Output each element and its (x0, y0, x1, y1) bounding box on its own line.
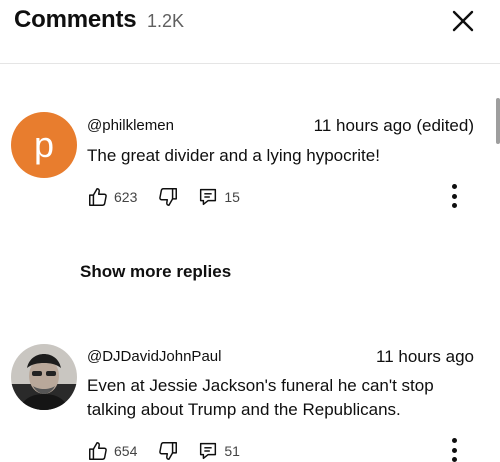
avatar[interactable] (11, 344, 77, 410)
comment-text: The great divider and a lying hypocrite! (87, 146, 380, 165)
comment-author[interactable]: @philklemen (87, 117, 174, 134)
close-icon (452, 10, 474, 32)
avatar[interactable]: p (11, 112, 77, 178)
comment-text: Even at Jessie Jackson's funeral he can'… (87, 376, 434, 419)
comments-header: Comments 1.2K (0, 0, 500, 64)
comment-actions: 623 15 (87, 184, 240, 210)
dislike-button[interactable] (157, 186, 179, 208)
comment-time: 11 hours ago (376, 347, 474, 366)
avatar-letter: p (33, 124, 55, 165)
thumbs-up-icon (89, 188, 107, 206)
dislike-button[interactable] (157, 440, 179, 462)
more-vertical-icon (451, 184, 457, 208)
more-vertical-icon (451, 438, 457, 462)
show-more-replies-button[interactable]: Show more replies (80, 262, 231, 282)
comment-item: @DJDavidJohnPaul 11 hours ago Even at Je… (0, 342, 500, 462)
more-options-button[interactable] (446, 436, 462, 462)
like-button[interactable]: 623 (87, 186, 137, 208)
thumbs-down-icon (159, 188, 178, 206)
more-options-button[interactable] (446, 182, 462, 210)
reply-button[interactable]: 51 (197, 440, 240, 462)
like-count: 623 (114, 189, 138, 205)
thumbs-down-icon (159, 442, 178, 460)
comment-time: 11 hours ago (edited) (313, 116, 474, 135)
page-title: Comments (14, 6, 137, 33)
reply-icon (200, 188, 217, 206)
reply-button[interactable]: 15 (197, 186, 240, 208)
close-button[interactable] (448, 6, 478, 36)
reply-count: 51 (224, 443, 240, 459)
reply-icon (200, 442, 217, 460)
thumbs-up-icon (89, 442, 107, 460)
reply-count: 15 (224, 189, 240, 205)
comment-author[interactable]: @DJDavidJohnPaul (87, 348, 221, 365)
like-count: 654 (114, 443, 138, 459)
like-button[interactable]: 654 (87, 440, 137, 462)
comment-item: p @philklemen 11 hours ago (edited) The … (0, 112, 500, 222)
comment-count: 1.2K (147, 11, 185, 31)
comment-actions: 654 51 (87, 438, 240, 462)
avatar-photo (11, 344, 77, 410)
